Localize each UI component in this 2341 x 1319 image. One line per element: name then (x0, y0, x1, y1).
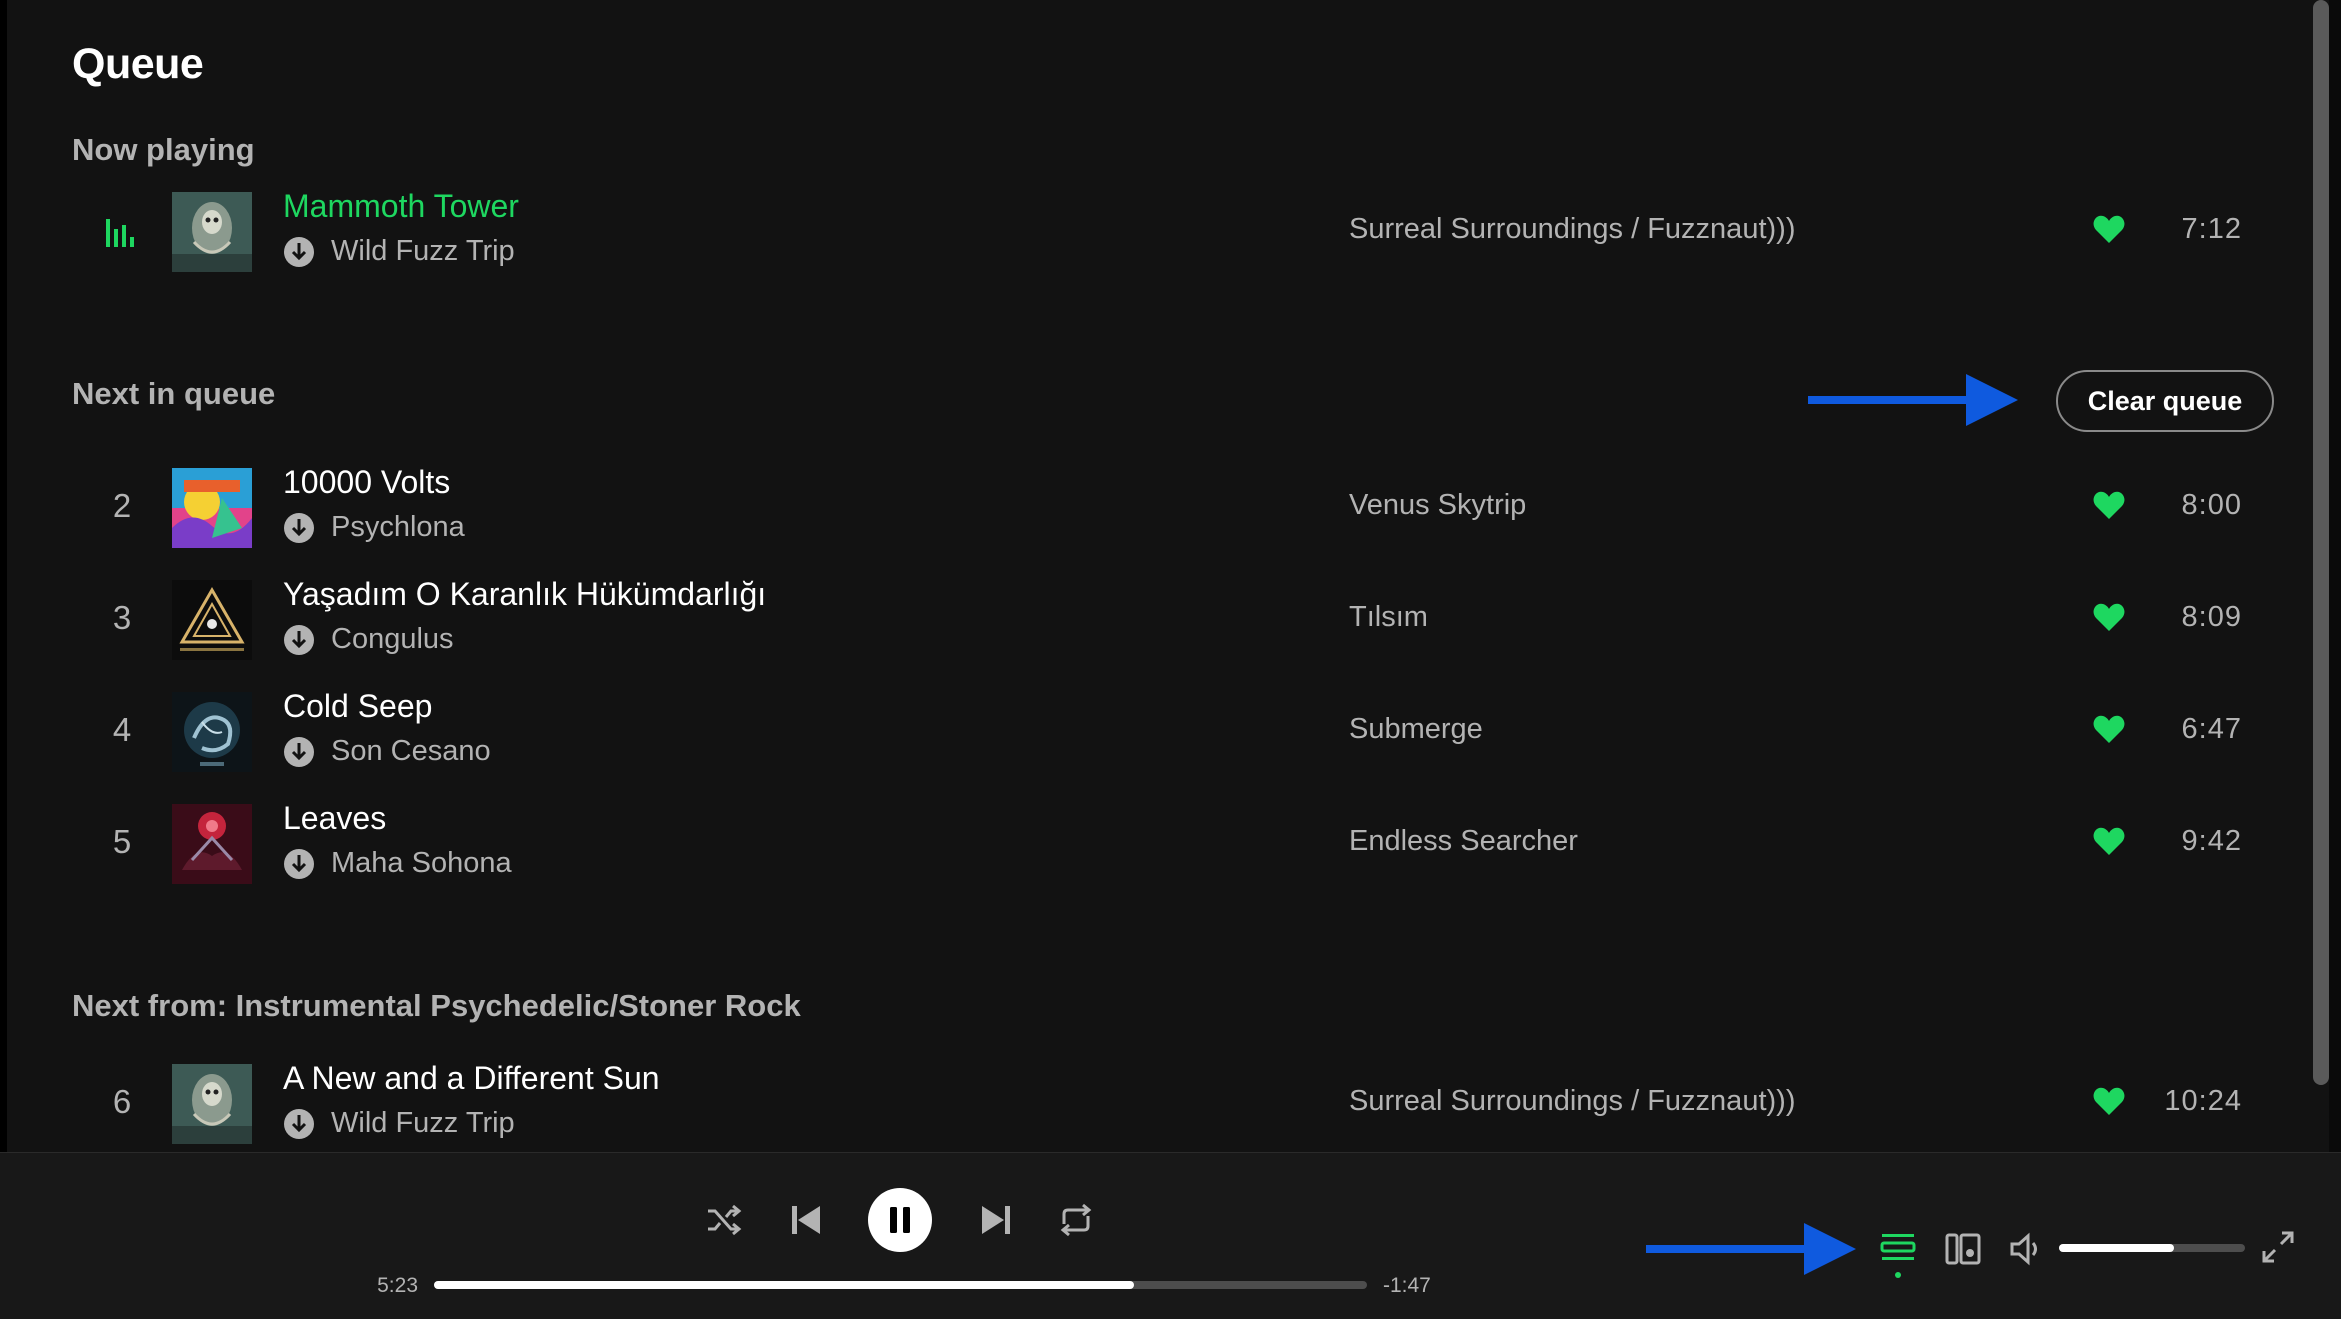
queue-icon[interactable] (1880, 1231, 1916, 1281)
track-title[interactable]: Yaşadım O Karanlık Hükümdarlığı (283, 576, 766, 613)
playing-bars-icon (106, 219, 134, 247)
album-cover (172, 804, 252, 884)
track-album[interactable]: Venus Skytrip (1349, 489, 1526, 522)
volume-slider[interactable] (2059, 1244, 2245, 1252)
scrollbar[interactable] (2313, 0, 2329, 1085)
track-duration: 10:24 (2164, 1085, 2242, 1117)
queue-row[interactable]: 6 A New and a Different Sun Wild Fuzz Tr… (72, 1053, 2241, 1152)
shuffle-icon[interactable] (706, 1202, 742, 1238)
track-duration: 8:09 (2181, 601, 2242, 633)
track-duration: 6:47 (2181, 713, 2242, 745)
download-icon (284, 849, 314, 879)
annotation-arrow-icon (1808, 374, 2018, 426)
track-album[interactable]: Surreal Surroundings / Fuzznaut))) (1349, 213, 1795, 246)
download-icon (284, 737, 314, 767)
track-duration: 8:00 (2181, 489, 2242, 521)
connect-device-icon[interactable] (1945, 1231, 1981, 1267)
track-index: 4 (112, 711, 132, 748)
track-index: 3 (112, 599, 132, 636)
queue-row[interactable]: 3 Yaşadım O Karanlık Hükümdarlığı Congul… (72, 569, 2241, 669)
window-edge (2329, 0, 2341, 1318)
track-artist[interactable]: Maha Sohona (331, 847, 512, 880)
heart-icon[interactable] (2092, 825, 2126, 857)
album-cover (172, 580, 252, 660)
previous-icon[interactable] (788, 1202, 824, 1238)
heart-icon[interactable] (2092, 489, 2126, 521)
track-artist[interactable]: Wild Fuzz Trip (331, 1107, 515, 1140)
download-icon (284, 1109, 314, 1139)
track-title[interactable]: Leaves (283, 800, 386, 837)
track-album[interactable]: Submerge (1349, 713, 1483, 746)
track-title[interactable]: Mammoth Tower (283, 188, 519, 225)
track-duration: 9:42 (2181, 825, 2242, 857)
window-edge (0, 0, 7, 1152)
track-album[interactable]: Tılsım (1349, 601, 1428, 634)
track-title[interactable]: A New and a Different Sun (283, 1060, 660, 1097)
next-icon[interactable] (978, 1202, 1014, 1238)
track-index: 2 (112, 487, 132, 524)
queue-view: Queue Now playing Mammoth Tower Wild Fuz… (0, 0, 2341, 1152)
progress-fill (434, 1281, 1134, 1289)
section-next-in-queue: Next in queue (72, 376, 276, 411)
track-artist[interactable]: Son Cesano (331, 735, 491, 768)
pause-icon (890, 1207, 910, 1233)
track-title[interactable]: Cold Seep (283, 688, 432, 725)
page-title: Queue (72, 40, 204, 88)
download-icon (284, 237, 314, 267)
album-cover (172, 192, 252, 272)
play-pause-button[interactable] (868, 1188, 932, 1252)
album-cover (172, 692, 252, 772)
queue-row[interactable]: 5 Leaves Maha Sohona Endless Searcher 9:… (72, 793, 2241, 893)
queue-row[interactable]: 2 10000 Volts Psychlona Venus Skytrip 8:… (72, 457, 2241, 557)
section-now-playing: Now playing (72, 132, 255, 167)
clear-queue-button[interactable]: Clear queue (2056, 370, 2274, 432)
fullscreen-icon[interactable] (2260, 1229, 2296, 1265)
track-album[interactable]: Endless Searcher (1349, 825, 1578, 858)
volume-fill (2059, 1244, 2175, 1252)
track-duration: 7:12 (2181, 213, 2242, 245)
heart-icon[interactable] (2092, 713, 2126, 745)
player-bar: 5:23 -1:47 (0, 1152, 2341, 1319)
heart-icon[interactable] (2092, 1085, 2126, 1117)
volume-icon[interactable] (2008, 1231, 2044, 1267)
annotation-arrow-icon (1646, 1223, 1856, 1275)
repeat-icon[interactable] (1058, 1202, 1094, 1238)
heart-icon[interactable] (2092, 213, 2126, 245)
now-playing-row[interactable]: Mammoth Tower Wild Fuzz Trip Surreal Sur… (72, 181, 2241, 281)
album-cover (172, 468, 252, 548)
elapsed-time: 5:23 (377, 1274, 418, 1297)
section-next-from: Next from: Instrumental Psychedelic/Ston… (72, 988, 801, 1023)
track-index: 5 (112, 823, 132, 860)
track-index: 6 (112, 1083, 132, 1120)
queue-row[interactable]: 4 Cold Seep Son Cesano Submerge 6:47 (72, 681, 2241, 781)
progress-bar[interactable] (434, 1281, 1367, 1289)
track-artist[interactable]: Psychlona (331, 511, 465, 544)
album-cover (172, 1064, 252, 1144)
download-icon (284, 513, 314, 543)
track-title[interactable]: 10000 Volts (283, 464, 450, 501)
remaining-time: -1:47 (1383, 1274, 1431, 1297)
track-artist[interactable]: Wild Fuzz Trip (331, 235, 515, 268)
track-artist[interactable]: Congulus (331, 623, 454, 656)
track-album[interactable]: Surreal Surroundings / Fuzznaut))) (1349, 1085, 1795, 1118)
heart-icon[interactable] (2092, 601, 2126, 633)
download-icon (284, 625, 314, 655)
